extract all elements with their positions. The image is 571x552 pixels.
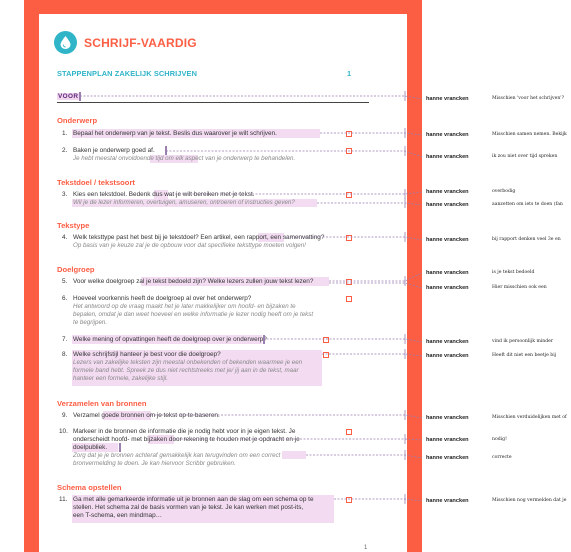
comment-connectors — [80, 91, 423, 504]
comment-text[interactable]: overbodig — [492, 189, 515, 194]
comment-text[interactable]: ik zou niet over tijd spreken — [492, 154, 557, 159]
comment-author[interactable]: hanne vrancken — [426, 353, 469, 359]
comment-author[interactable]: hanne vrancken — [426, 498, 469, 504]
comment-text[interactable]: correcte — [492, 455, 512, 460]
comment-text[interactable]: vind ik persoonlijk minder — [492, 339, 553, 344]
comment-text[interactable]: Misschien verduidelijken met of — [492, 415, 567, 420]
comment-text[interactable]: nodig! — [492, 437, 507, 442]
comment-text[interactable]: is je tekst bedoeld — [492, 270, 534, 275]
comment-text[interactable]: Hier misschien ook een — [492, 285, 547, 290]
comment-author[interactable]: hanne vrancken — [426, 285, 469, 291]
comment-text[interactable]: Heeft dit niet een beetje bij — [492, 353, 556, 358]
comment-author[interactable]: hanne vrancken — [426, 132, 469, 138]
comment-author[interactable]: hanne vrancken — [426, 455, 469, 461]
comment-author[interactable]: hanne vrancken — [426, 154, 469, 160]
comment-author[interactable]: hanne vrancken — [426, 270, 469, 276]
comment-author[interactable]: hanne vrancken — [426, 415, 469, 421]
comment-author[interactable]: hanne vrancken — [426, 96, 469, 102]
comment-author[interactable]: hanne vrancken — [426, 189, 469, 195]
comment-text[interactable]: bij rapport denken veel 3e en — [492, 237, 561, 242]
comment-text[interactable]: Misschien samen nemen. Bekijk — [492, 132, 567, 137]
comment-author[interactable]: hanne vrancken — [426, 437, 469, 443]
comment-author[interactable]: hanne vrancken — [426, 339, 469, 345]
comment-author[interactable]: hanne vrancken — [426, 237, 469, 243]
comment-text[interactable]: Misschien nog vermelden dat je — [492, 498, 566, 503]
comment-text[interactable]: aanzetten om iets te doen (fan — [492, 202, 563, 207]
comment-author[interactable]: hanne vrancken — [426, 202, 469, 208]
word-window: SCHRIJF-VAARDIG STAPPENPLAN ZAKELIJK SCH… — [0, 0, 571, 552]
comment-text[interactable]: Misschien 'voor het schrijven'? — [492, 96, 564, 101]
